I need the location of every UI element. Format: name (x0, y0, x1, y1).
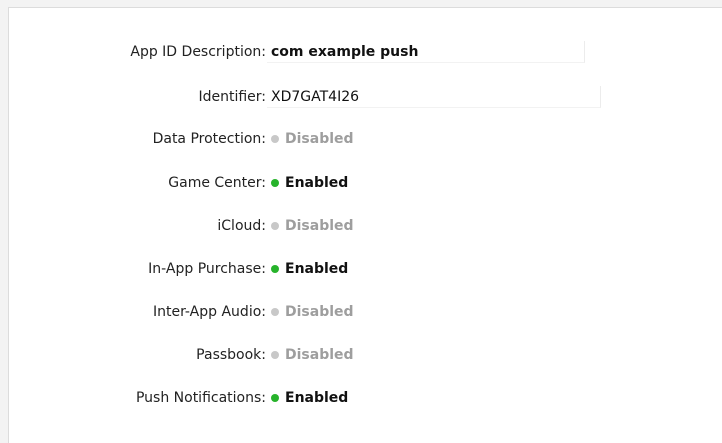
status-badge: Enabled (271, 258, 348, 280)
service-label: Passbook: (196, 347, 266, 363)
status-badge: Enabled (271, 387, 348, 409)
status-text: Disabled (285, 347, 354, 363)
service-row-inter-app-audio: Inter-App Audio: Disabled (9, 301, 722, 323)
app-id-description-field[interactable]: com example push (267, 41, 585, 63)
status-dot-icon (271, 179, 279, 187)
service-label: Inter-App Audio: (152, 304, 266, 320)
status-badge: Disabled (271, 344, 354, 366)
service-row-icloud: iCloud: Disabled (9, 215, 722, 237)
status-badge: Disabled (271, 301, 354, 323)
service-row-push-notifications: Push Notifications: Enabled (9, 387, 722, 409)
app-id-description-row: App ID Description: com example push (9, 41, 722, 63)
status-text: Disabled (285, 218, 354, 234)
status-text: Enabled (285, 175, 349, 191)
service-label: In-App Purchase: (148, 261, 266, 277)
service-row-passbook: Passbook: Disabled (9, 344, 722, 366)
service-row-data-protection: Data Protection: Disabled (9, 128, 722, 150)
status-text: Enabled (285, 390, 349, 406)
status-dot-icon (271, 394, 279, 402)
identifier-field[interactable]: XD7GAT4I26 (267, 86, 601, 108)
identifier-row: Identifier: XD7GAT4I26 (9, 86, 722, 108)
status-badge: Enabled (271, 172, 348, 194)
status-dot-icon (271, 222, 279, 230)
status-badge: Disabled (271, 215, 354, 237)
status-dot-icon (271, 351, 279, 359)
status-badge: Disabled (271, 128, 354, 150)
status-text: Disabled (285, 304, 354, 320)
identifier-label: Identifier: (198, 89, 266, 105)
app-id-details-panel: App ID Description: com example push Ide… (8, 7, 722, 443)
service-row-in-app-purchase: In-App Purchase: Enabled (9, 258, 722, 280)
service-label: Game Center: (168, 175, 266, 191)
service-label: Data Protection: (152, 131, 266, 147)
service-label: iCloud: (217, 218, 266, 234)
status-dot-icon (271, 135, 279, 143)
service-label: Push Notifications: (135, 390, 266, 406)
status-text: Enabled (285, 261, 349, 277)
app-id-description-label: App ID Description: (130, 44, 266, 60)
status-dot-icon (271, 265, 279, 273)
service-row-game-center: Game Center: Enabled (9, 172, 722, 194)
status-dot-icon (271, 308, 279, 316)
status-text: Disabled (285, 131, 354, 147)
